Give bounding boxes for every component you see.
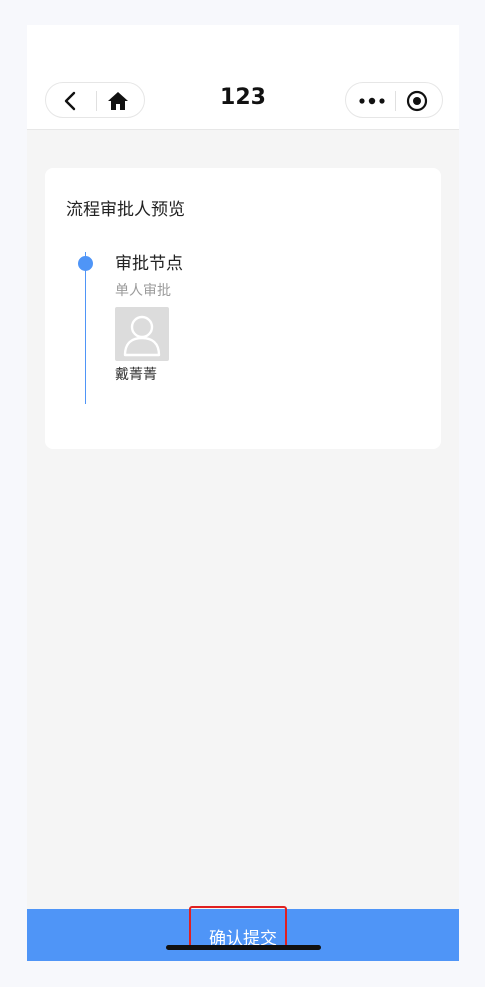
home-indicator: [166, 945, 321, 950]
timeline-line: [85, 252, 86, 404]
approver-name: 戴菁菁: [115, 367, 157, 383]
node-subtitle: 单人审批: [115, 283, 171, 299]
capsule-divider: [395, 91, 396, 111]
timeline-dot: [78, 256, 93, 271]
avatar: [115, 307, 169, 361]
content-top-spacer: [27, 130, 459, 152]
node-title: 审批节点: [115, 254, 183, 274]
submit-button[interactable]: 确认提交: [27, 906, 459, 961]
phone-screen: 123 流程审批人预览 审批节点 单人审批 戴菁菁 确认提交: [27, 25, 459, 961]
approver-preview-card: 流程审批人预览 审批节点 单人审批 戴菁菁: [45, 168, 441, 449]
navigation-bar: 123: [27, 25, 459, 130]
user-avatar-icon: [115, 307, 169, 361]
nav-capsule-right: [345, 82, 443, 118]
card-title: 流程审批人预览: [66, 200, 185, 220]
more-dots-icon[interactable]: [358, 91, 386, 111]
target-circle-icon[interactable]: [406, 90, 428, 112]
highlight-box: [189, 906, 287, 948]
